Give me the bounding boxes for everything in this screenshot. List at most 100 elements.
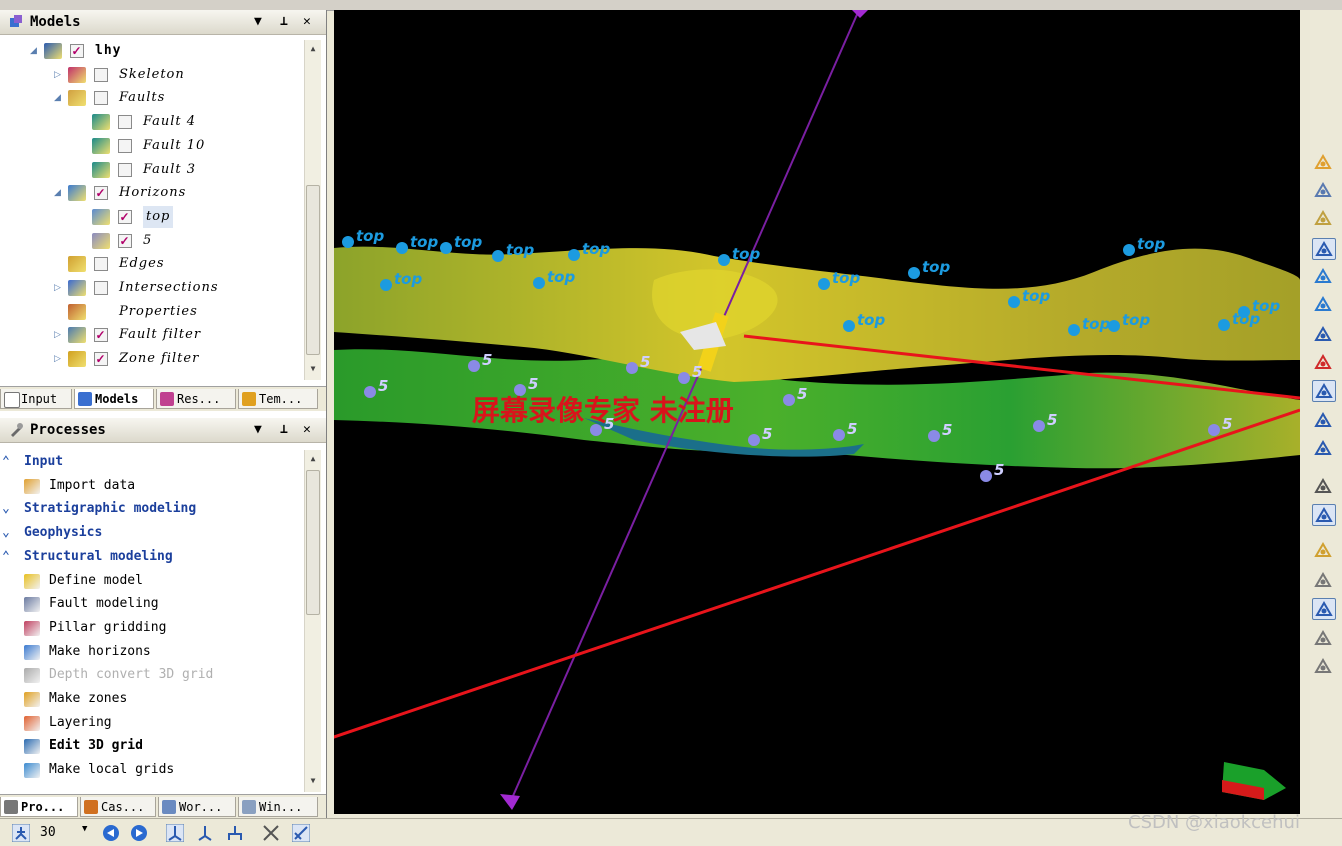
tab-workflows[interactable]: Wor... xyxy=(158,797,236,817)
tree-item[interactable]: ▷ Skeleton xyxy=(0,64,300,86)
tab-processes[interactable]: Pro... xyxy=(0,797,78,817)
well-icon[interactable] xyxy=(1312,570,1336,592)
process-item[interactable]: Make horizons xyxy=(0,641,300,663)
process-category[interactable]: ⌄ Geophysics xyxy=(0,522,300,544)
panel-close-icon[interactable]: ✕ xyxy=(303,10,311,34)
tree-item[interactable]: ◢ ✓ Horizons xyxy=(0,182,300,204)
panel-close-icon[interactable]: ✕ xyxy=(303,418,311,442)
chevron-down-icon[interactable]: ▼ xyxy=(82,824,87,834)
expand-icon[interactable]: ▷ xyxy=(54,64,62,86)
pillar-add-icon[interactable] xyxy=(226,824,244,842)
process-item[interactable]: Edit 3D grid xyxy=(0,735,300,757)
horizon-view-icon[interactable] xyxy=(1312,266,1336,288)
tree-item[interactable]: Edges xyxy=(0,253,300,275)
pillar-edit-icon[interactable] xyxy=(1312,438,1336,460)
add-point-icon[interactable] xyxy=(1312,380,1336,402)
pillar-move-icon[interactable] xyxy=(196,824,214,842)
tree-item[interactable]: ✓ 5 xyxy=(0,230,300,252)
tree-item[interactable]: Properties xyxy=(0,301,300,323)
visibility-checkbox[interactable] xyxy=(118,162,132,177)
panel-dropdown-icon[interactable]: ▼ xyxy=(254,418,262,442)
scroll-thumb[interactable] xyxy=(306,185,320,355)
visibility-checkbox[interactable]: ✓ xyxy=(94,352,108,367)
well-path-icon[interactable] xyxy=(1312,628,1336,650)
process-category[interactable]: ⌃ Input xyxy=(0,451,300,473)
collapse-icon[interactable]: ◢ xyxy=(54,87,62,109)
tab-windows[interactable]: Win... xyxy=(238,797,318,817)
person-pick-icon[interactable] xyxy=(12,824,30,842)
visibility-checkbox[interactable] xyxy=(94,257,108,272)
collapse-icon[interactable]: ◢ xyxy=(30,40,38,62)
expand-icon[interactable]: ▷ xyxy=(54,348,62,370)
tree-item[interactable]: Fault 3 xyxy=(0,159,300,181)
process-item[interactable]: Fault modeling xyxy=(0,593,300,615)
process-item[interactable]: Define model xyxy=(0,570,300,592)
visibility-checkbox[interactable]: ✓ xyxy=(70,44,84,58)
orientation-axis-icon[interactable] xyxy=(1222,762,1286,800)
processes-scrollbar[interactable]: ▲ ▼ xyxy=(304,450,321,792)
step-forward-icon[interactable] xyxy=(130,824,148,842)
expand-icon[interactable]: ▷ xyxy=(54,277,62,299)
edit-polygon-icon[interactable] xyxy=(1312,324,1336,346)
disconnect-icon[interactable] xyxy=(262,824,280,842)
expand-chevron-icon[interactable]: ⌄ xyxy=(2,522,10,544)
panel-pin-icon[interactable]: ⊥ xyxy=(280,10,288,34)
move-icon[interactable] xyxy=(1312,476,1336,498)
process-category[interactable]: ⌃ Structural modeling xyxy=(0,546,300,568)
collapse-chevron-icon[interactable]: ⌃ xyxy=(2,451,10,473)
3d-scene[interactable]: top top top top top toptoptoptoptop toptoptopt… xyxy=(334,10,1300,814)
tab-models[interactable]: Models xyxy=(74,389,154,409)
scroll-down-icon[interactable]: ▼ xyxy=(305,362,321,376)
tab-cases[interactable]: Cas... xyxy=(80,797,156,817)
zoom-icon[interactable] xyxy=(1312,180,1336,202)
process-item[interactable]: Make zones xyxy=(0,688,300,710)
tab-input[interactable]: Input xyxy=(0,389,72,409)
visibility-checkbox[interactable]: ✓ xyxy=(94,186,108,201)
tab-templates[interactable]: Tem... xyxy=(238,389,318,409)
3d-viewport[interactable]: top top top top top top top top top top top top top t… xyxy=(334,10,1300,814)
panel-dropdown-icon[interactable]: ▼ xyxy=(254,10,262,34)
scroll-up-icon[interactable]: ▲ xyxy=(305,452,321,466)
tab-results[interactable]: Res... xyxy=(156,389,236,409)
visibility-checkbox[interactable] xyxy=(118,138,132,153)
process-item[interactable]: Layering xyxy=(0,712,300,734)
tree-item[interactable]: ▷ ✓ Zone filter xyxy=(0,348,300,370)
collapse-chevron-icon[interactable]: ⌃ xyxy=(2,546,10,568)
tree-item[interactable]: ◢ Faults xyxy=(0,87,300,109)
visibility-checkbox[interactable] xyxy=(94,67,108,82)
pillar-select-icon[interactable] xyxy=(166,824,184,842)
process-item[interactable]: Import data xyxy=(0,475,300,497)
scroll-thumb[interactable] xyxy=(306,470,320,615)
select-arrow-icon[interactable] xyxy=(1312,238,1336,260)
visibility-checkbox[interactable]: ✓ xyxy=(94,328,108,343)
tree-item[interactable]: Fault 4 xyxy=(0,111,300,133)
visibility-checkbox[interactable] xyxy=(94,281,108,295)
scroll-down-icon[interactable]: ▼ xyxy=(305,774,321,788)
collapse-icon[interactable]: ◢ xyxy=(54,182,62,204)
scroll-up-icon[interactable]: ▲ xyxy=(305,42,321,56)
delete-polygon-icon[interactable] xyxy=(1312,352,1336,374)
tree-item[interactable]: ▷ ✓ Fault filter xyxy=(0,324,300,346)
process-item[interactable]: Make local grids xyxy=(0,759,300,781)
panel-pin-icon[interactable]: ⊥ xyxy=(280,418,288,442)
tree-item[interactable]: ▷ Intersections xyxy=(0,277,300,299)
pan-hand-icon[interactable] xyxy=(1312,152,1336,174)
process-item[interactable]: Pillar gridding xyxy=(0,617,300,639)
tree-item[interactable]: ✓ top xyxy=(0,205,300,228)
fault-plane-icon[interactable] xyxy=(1312,540,1336,562)
fault-view-icon[interactable] xyxy=(1312,294,1336,316)
tree-item[interactable]: ◢ ✓ lhy xyxy=(0,40,300,62)
visibility-checkbox[interactable] xyxy=(118,115,132,130)
tree-item[interactable]: Fault 10 xyxy=(0,135,300,157)
visibility-checkbox[interactable]: ✓ xyxy=(118,209,132,224)
snap-icon[interactable] xyxy=(1312,504,1336,526)
measure-icon[interactable] xyxy=(1312,208,1336,230)
models-tree-scrollbar[interactable]: ▲ ▼ xyxy=(304,40,321,380)
process-item[interactable]: Depth convert 3D grid xyxy=(0,664,300,686)
visibility-checkbox[interactable]: ✓ xyxy=(118,233,132,248)
well-select-icon[interactable] xyxy=(1312,598,1336,620)
expand-chevron-icon[interactable]: ⌄ xyxy=(2,498,10,520)
visibility-checkbox[interactable] xyxy=(94,91,108,106)
step-back-icon[interactable] xyxy=(102,824,120,842)
connect-icon[interactable] xyxy=(292,824,310,842)
